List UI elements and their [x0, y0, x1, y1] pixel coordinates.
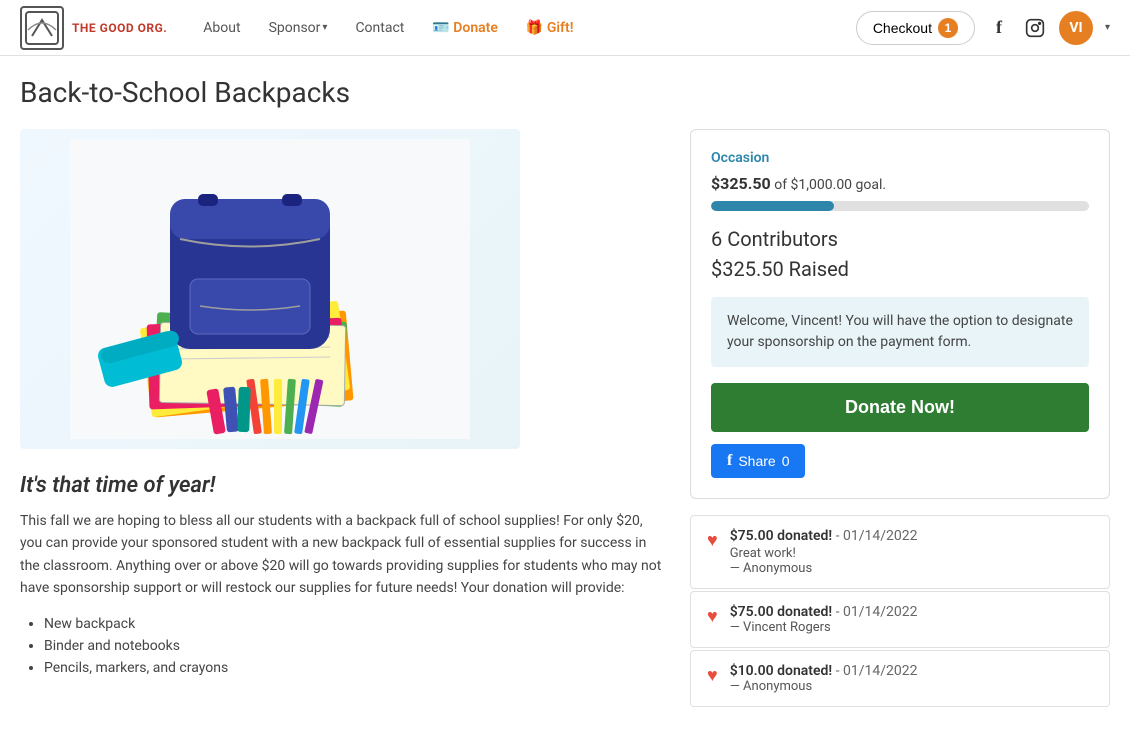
donation-date: - 01/14/2022	[836, 528, 918, 544]
sponsor-caret: ▾	[322, 22, 327, 33]
donation-date: - 01/14/2022	[836, 604, 918, 620]
checkout-button[interactable]: Checkout 1	[856, 11, 975, 45]
logo-box	[20, 6, 64, 50]
user-avatar[interactable]: VI	[1059, 11, 1093, 45]
donate-now-button[interactable]: Donate Now!	[711, 383, 1089, 432]
checkout-badge: 1	[938, 18, 958, 38]
list-item: Binder and notebooks	[44, 638, 666, 654]
page-title: Back-to-School Backpacks	[20, 76, 1110, 109]
nav-sponsor[interactable]: Sponsor ▾	[257, 12, 340, 44]
logo-text: THE GOOD ORG.	[72, 21, 167, 35]
donation-info: $75.00 donated! - 01/14/2022 Great work!…	[730, 528, 1093, 576]
donation-info: $75.00 donated! - 01/14/2022 — Vincent R…	[730, 604, 1093, 635]
donation-amount: $75.00 donated!	[730, 528, 832, 544]
goal-text: of $1,000.00 goal.	[774, 177, 886, 193]
list-item: New backpack	[44, 616, 666, 632]
campaign-list: New backpack Binder and notebooks Pencil…	[20, 616, 666, 676]
heart-icon: ♥	[707, 606, 718, 627]
share-count: 0	[782, 453, 790, 469]
donation-item-1: ♥ $75.00 donated! - 01/14/2022 Great wor…	[690, 515, 1110, 589]
donation-item-2: ♥ $75.00 donated! - 01/14/2022 — Vincent…	[690, 591, 1110, 648]
raised-amount-inline: $325.50	[711, 174, 771, 193]
checkout-label: Checkout	[873, 20, 932, 36]
nav-donate[interactable]: Donate	[420, 12, 510, 44]
progress-bar-bg	[711, 201, 1089, 211]
nav-right: Checkout 1 f VI ▾	[856, 11, 1110, 45]
content-grid: It's that time of year! This fall we are…	[20, 129, 1110, 707]
raised-total: $325.50 Raised	[711, 257, 1089, 281]
heart-icon: ♥	[707, 530, 718, 551]
facebook-share-button[interactable]: f Share 0	[711, 444, 805, 478]
welcome-message: Welcome, Vincent! You will have the opti…	[711, 297, 1089, 367]
heart-icon: ♥	[707, 665, 718, 686]
facebook-icon[interactable]: f	[987, 16, 1011, 40]
navigation: THE GOOD ORG. About Sponsor ▾ Contact Do…	[0, 0, 1130, 56]
donation-amount: $10.00 donated!	[730, 663, 832, 679]
occasion-label: Occasion	[711, 150, 1089, 166]
donation-info: $10.00 donated! - 01/14/2022 — Anonymous	[730, 663, 1093, 694]
share-label: Share	[738, 453, 775, 469]
campaign-subtitle: It's that time of year!	[20, 473, 666, 498]
main-container: Back-to-School Backpacks	[0, 56, 1130, 727]
fundraise-goal: $325.50 of $1,000.00 goal.	[711, 174, 1089, 193]
contributors-count: 6 Contributors	[711, 227, 1089, 251]
donation-message: Great work!	[730, 546, 1093, 561]
nav-links: About Sponsor ▾ Contact Donate Gift!	[191, 12, 585, 44]
donations-list: ♥ $75.00 donated! - 01/14/2022 Great wor…	[690, 515, 1110, 707]
donation-donor: — Vincent Rogers	[730, 620, 1093, 635]
nav-gift[interactable]: Gift!	[514, 12, 586, 44]
nav-contact[interactable]: Contact	[343, 12, 416, 44]
sidebar-panel: Occasion $325.50 of $1,000.00 goal. 6 Co…	[690, 129, 1110, 499]
list-item: Pencils, markers, and crayons	[44, 660, 666, 676]
donation-donor: — Anonymous	[730, 679, 1093, 694]
nav-about[interactable]: About	[191, 12, 252, 44]
campaign-description: This fall we are hoping to bless all our…	[20, 510, 666, 600]
left-column: It's that time of year! This fall we are…	[20, 129, 666, 682]
campaign-image	[20, 129, 520, 449]
user-menu-caret[interactable]: ▾	[1105, 22, 1110, 33]
right-column: Occasion $325.50 of $1,000.00 goal. 6 Co…	[690, 129, 1110, 707]
logo[interactable]: THE GOOD ORG.	[20, 6, 167, 50]
donation-date: - 01/14/2022	[836, 663, 918, 679]
donation-donor: — Anonymous	[730, 561, 1093, 576]
instagram-icon[interactable]	[1023, 16, 1047, 40]
donation-item-3: ♥ $10.00 donated! - 01/14/2022 — Anonymo…	[690, 650, 1110, 707]
facebook-share-icon: f	[727, 452, 732, 470]
donation-amount: $75.00 donated!	[730, 604, 832, 620]
progress-bar-fill	[711, 201, 834, 211]
